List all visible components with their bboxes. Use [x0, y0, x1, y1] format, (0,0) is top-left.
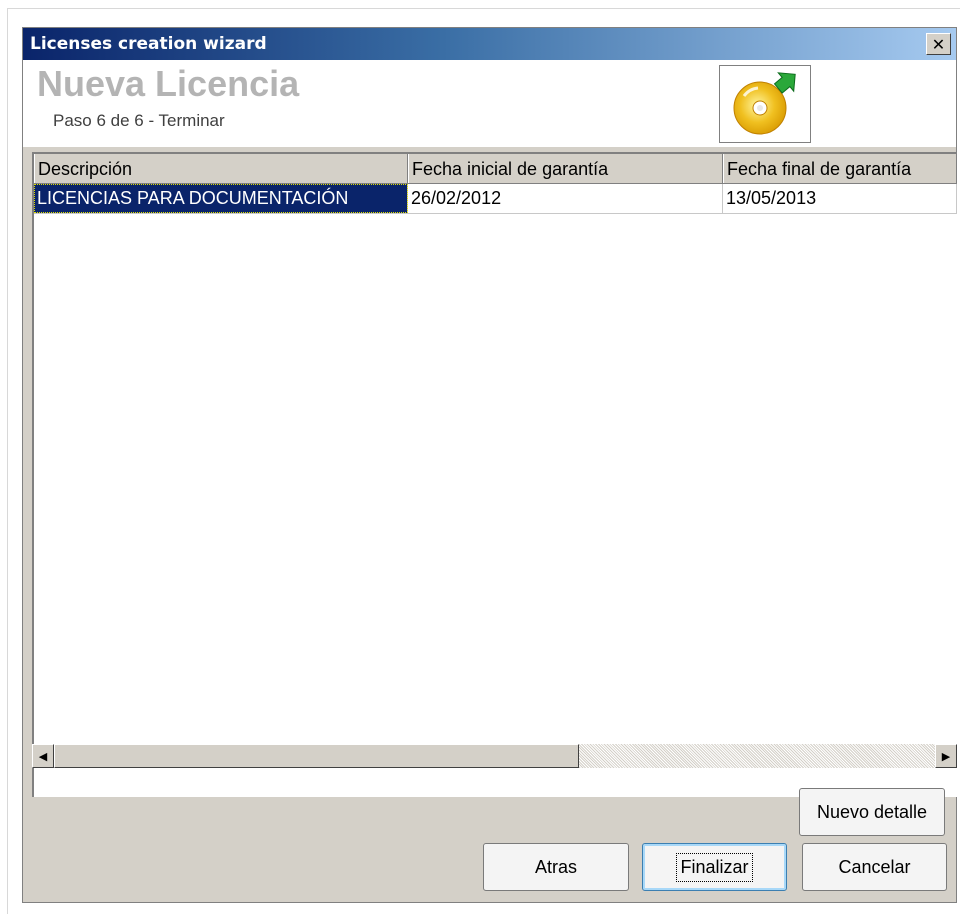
horizontal-scrollbar[interactable]: ◀ ▶ — [32, 744, 957, 768]
arrow-right-icon: ▶ — [941, 750, 951, 763]
wizard-header: Nueva Licencia Paso 6 de 6 - Terminar — [23, 60, 956, 147]
close-button[interactable]: ✕ — [926, 33, 951, 55]
wizard-title: Nueva Licencia — [37, 63, 300, 104]
scroll-left-button[interactable]: ◀ — [32, 744, 54, 768]
table-row[interactable]: LICENCIAS PARA DOCUMENTACIÓN 26/02/2012 … — [34, 184, 957, 214]
window-title: Licenses creation wizard — [30, 34, 267, 54]
scroll-right-button[interactable]: ▶ — [935, 744, 957, 768]
arrow-left-icon: ◀ — [38, 750, 48, 763]
cd-add-icon — [733, 72, 796, 135]
license-grid[interactable]: Descripción Fecha inicial de garantía Fe… — [32, 152, 957, 797]
back-label: Atras — [534, 856, 577, 877]
cancel-label: Cancelar — [838, 856, 911, 877]
finish-label: Finalizar — [676, 852, 753, 882]
finish-button[interactable]: Finalizar — [642, 843, 787, 891]
close-icon: ✕ — [931, 34, 946, 54]
column-header-end-date[interactable]: Fecha final de garantía — [723, 154, 957, 183]
cancel-button[interactable]: Cancelar — [802, 843, 947, 891]
cell-end-date[interactable]: 13/05/2013 — [723, 184, 957, 213]
scroll-thumb[interactable] — [54, 744, 579, 768]
wizard-window: Licenses creation wizard ✕ Nueva Licenci… — [22, 27, 957, 903]
wizard-icon-frame — [719, 65, 811, 143]
back-button[interactable]: Atras — [483, 843, 629, 891]
new-detail-button[interactable]: Nuevo detalle — [799, 788, 945, 836]
column-header-start-date[interactable]: Fecha inicial de garantía — [408, 154, 723, 183]
new-detail-label: Nuevo detalle — [816, 801, 928, 822]
column-header-description[interactable]: Descripción — [34, 154, 408, 183]
cell-description[interactable]: LICENCIAS PARA DOCUMENTACIÓN — [34, 184, 408, 213]
cell-start-date[interactable]: 26/02/2012 — [408, 184, 723, 213]
grid-header: Descripción Fecha inicial de garantía Fe… — [34, 154, 957, 184]
title-bar[interactable]: Licenses creation wizard ✕ — [23, 28, 956, 60]
wizard-step: Paso 6 de 6 - Terminar — [53, 111, 225, 130]
